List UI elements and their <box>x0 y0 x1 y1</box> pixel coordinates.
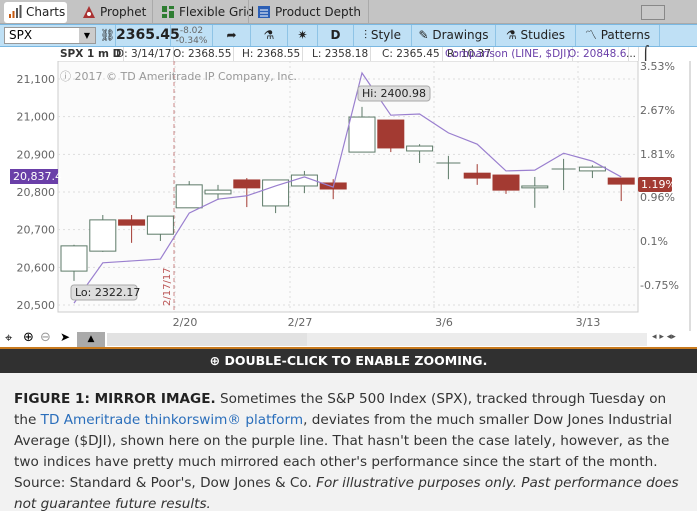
candle-body <box>118 219 146 226</box>
cursor-icon[interactable]: ➤ <box>60 330 70 344</box>
date-marker-label: 2/17/17 <box>162 267 173 306</box>
style-menu[interactable]: ⫶ Style <box>354 25 412 46</box>
figure-caption: FIGURE 1: MIRROR IMAGE. Sometimes the S&… <box>0 373 697 512</box>
gear-icon[interactable]: ✷ <box>288 25 318 46</box>
current-value-tag-text: 20,837.4 <box>13 170 62 183</box>
info-low: L: 2358.18 <box>310 47 372 61</box>
candle-body <box>348 116 376 153</box>
candle-body <box>204 189 232 195</box>
tab-bar: Charts Prophet Flexible Grid Product Dep… <box>0 0 697 24</box>
candle-body <box>463 172 491 179</box>
chevron-down-icon[interactable]: ▼ <box>79 28 95 43</box>
layout-button[interactable] <box>641 5 665 20</box>
scroll-arrows-icon[interactable]: ◂ ▸ ◂▸ <box>652 332 676 342</box>
bar-chart-icon <box>9 5 22 18</box>
drawings-menu[interactable]: ✎ Drawings <box>412 25 496 46</box>
candle-body <box>578 166 606 172</box>
scrollbar[interactable] <box>107 333 307 346</box>
info-date: D: 3/14/17 <box>114 47 175 61</box>
right-axis-tick: 0.96% <box>640 191 675 204</box>
share-icon[interactable]: ➦ <box>213 25 251 46</box>
candle-body <box>406 145 434 152</box>
flask-icon: ⚗ <box>505 28 521 42</box>
info-close: C: 2365.45 <box>380 47 443 61</box>
left-axis-tick: 20,800 <box>17 186 56 199</box>
chart-info-row: SPX 1 m D D: 3/14/17 O: 2368.55 H: 2368.… <box>0 47 697 61</box>
price-change: -8.02 -0.34% <box>171 25 213 46</box>
x-axis-tick: 3/13 <box>576 316 601 329</box>
link-icon[interactable]: ⛓ <box>100 25 116 46</box>
candle-body <box>521 185 549 189</box>
hi-label-text: Hi: 2400.98 <box>362 87 426 100</box>
candle-body <box>377 119 405 149</box>
patterns-menu[interactable]: 〽 Patterns <box>576 25 660 46</box>
tab-flexible-grid[interactable]: Flexible Grid <box>157 2 254 23</box>
lo-label-text: Lo: 2322.17 <box>75 286 140 299</box>
right-axis-tick: -0.75% <box>640 279 679 292</box>
left-axis-tick: 20,600 <box>17 261 56 274</box>
chart-toolbar: SPX ▼ ⛓ 2365.45 -8.02 -0.34% ➦ ⚗ ✷ D ⫶ Sty… <box>0 24 697 47</box>
pencil-icon: ✎ <box>418 28 433 42</box>
candle-body <box>175 184 203 209</box>
percent-tag-text: 1.19% <box>641 178 676 191</box>
zoom-out-icon[interactable]: ⊖ <box>40 330 51 345</box>
period-selector[interactable]: D <box>318 25 354 46</box>
candle-icon: ⫶ <box>364 28 371 42</box>
depth-icon <box>258 6 270 18</box>
chart-bottom-tools: ⌖ ⊕ ⊖ ➤ ▲ ◂ ▸ ◂▸ <box>0 330 697 348</box>
left-axis-tick: 21,100 <box>17 73 56 86</box>
candle-body <box>146 215 174 235</box>
candle-body <box>233 179 261 189</box>
left-axis-tick: 20,700 <box>17 224 56 237</box>
info-open: O: 2368.55 <box>171 47 235 61</box>
watermark: ⓘ 2017 © TD Ameritrade IP Company, Inc. <box>60 70 298 83</box>
tab-charts[interactable]: Charts <box>4 2 67 23</box>
right-axis-tick: 1.81% <box>640 148 675 161</box>
plot-area <box>57 60 639 313</box>
platform-link[interactable]: TD Ameritrade thinkorswim® platform <box>41 412 303 428</box>
zoom-in-icon[interactable]: ⊕ <box>23 330 34 345</box>
x-axis-tick: 2/20 <box>173 316 198 329</box>
right-axis-tick: 3.53% <box>640 61 675 73</box>
candle-body <box>89 219 117 252</box>
candle-body <box>492 174 520 191</box>
info-high: H: 2368.55 <box>240 47 304 61</box>
crosshair-icon[interactable]: ⌖ <box>5 331 12 346</box>
info-more: ... <box>624 47 640 61</box>
candle-body <box>607 177 635 185</box>
expand-icon[interactable]: ⌠ <box>640 47 651 61</box>
symbol-input[interactable]: SPX ▼ <box>4 27 96 44</box>
last-price: 2365.45 <box>116 25 180 46</box>
tab-prophet[interactable]: Prophet <box>78 2 146 23</box>
candle-body <box>60 245 88 272</box>
left-axis-tick: 20,900 <box>17 148 56 161</box>
info-icon: ⓘ <box>60 70 75 83</box>
right-axis-tick: 0.1% <box>640 235 668 248</box>
studies-menu[interactable]: ⚗ Studies <box>496 25 576 46</box>
info-comparison: Comparison (LINE, $DJI) <box>443 47 574 61</box>
left-axis-tick: 20,500 <box>17 299 56 312</box>
candlestick-chart[interactable]: 21,100 21,000 20,900 20,800 20,700 20,600 20,5… <box>0 60 697 331</box>
right-axis-tick: 2.67% <box>640 104 675 117</box>
zoom-banner[interactable]: ⊕ DOUBLE-CLICK TO ENABLE ZOOMING. <box>0 349 697 373</box>
patterns-icon: 〽 <box>584 28 601 42</box>
prophet-icon <box>83 6 95 18</box>
info-comp-open: O: 20848.6 <box>566 47 630 61</box>
zoom-icon: ⊕ <box>209 353 225 368</box>
candle-body <box>262 179 290 207</box>
tab-product-depth[interactable]: Product Depth <box>253 2 361 23</box>
collapse-button[interactable]: ▲ <box>77 332 105 347</box>
x-axis-tick: 3/6 <box>435 316 453 329</box>
x-axis-tick: 2/27 <box>288 316 313 329</box>
chart-area[interactable]: 21,100 21,000 20,900 20,800 20,700 20,600 20,5… <box>0 60 697 331</box>
grid-icon <box>162 6 174 18</box>
flask-icon[interactable]: ⚗ <box>251 25 288 46</box>
left-axis-tick: 21,000 <box>17 111 56 124</box>
